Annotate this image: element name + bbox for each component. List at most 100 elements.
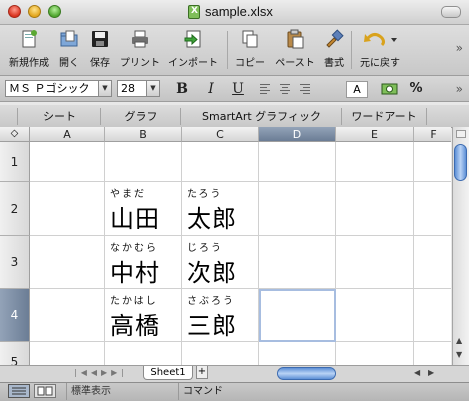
scroll-right-arrow-icon[interactable]: ▶ [428, 368, 434, 377]
italic-button[interactable]: I [203, 80, 219, 98]
cell-c2[interactable]: たろう 太郎 [187, 185, 257, 233]
percent-style-button[interactable]: % [408, 80, 424, 98]
font-size-value: 28 [121, 82, 135, 95]
currency-format-icon[interactable] [381, 81, 401, 98]
scroll-down-arrow-icon[interactable]: ▼ [456, 350, 462, 359]
cell-b3[interactable]: なかむら 中村 [110, 239, 180, 287]
copy-button[interactable]: コピー [231, 29, 269, 69]
cell-c3-ruby: じろう [187, 243, 223, 254]
cell-b3-ruby: なかむら [110, 243, 158, 254]
row-header-4[interactable]: 4 [0, 289, 30, 342]
column-header-b[interactable]: B [105, 127, 182, 142]
phonetic-guide-icon[interactable]: A [346, 81, 368, 98]
new-workbook-label: 新規作成 [9, 58, 49, 69]
chevron-down-icon: ▼ [98, 81, 111, 96]
window-title: sample.xlsx [205, 4, 273, 19]
zoom-window-button[interactable] [48, 5, 61, 18]
select-all-corner-icon[interactable]: ◇ [0, 127, 30, 142]
toolbar-separator [227, 31, 228, 69]
close-window-button[interactable] [8, 5, 21, 18]
horizontal-scroll-thumb[interactable] [277, 367, 336, 380]
import-label: インポート [168, 58, 218, 69]
save-button[interactable]: 保存 [86, 29, 114, 69]
column-header-a[interactable]: A [30, 127, 105, 142]
undo-label: 元に戻す [360, 58, 400, 69]
save-label: 保存 [90, 58, 110, 69]
title-bar: sample.xlsx [0, 0, 469, 25]
gallery-tab-sheet[interactable]: シート [17, 108, 101, 125]
grid-line [30, 181, 451, 182]
row-header-1[interactable]: 1 [0, 142, 30, 182]
print-button[interactable]: プリント [117, 29, 163, 69]
row-header-5[interactable]: 5 [0, 342, 30, 365]
standard-toolbar: 新規作成 開く 保存 プリント インポート コピー ペースト 書式 元に戻す » [0, 25, 469, 76]
cell-b4[interactable]: たかはし 高橋 [110, 292, 180, 340]
worksheet-grid[interactable]: ◇ A B C D E F 1 2 3 4 5 やまだ 山田 たろう 太郎 なか… [0, 127, 451, 365]
column-header-d[interactable]: D [259, 127, 336, 142]
sheet-tab-sheet1[interactable]: Sheet1 [143, 366, 193, 380]
cell-b2[interactable]: やまだ 山田 [110, 185, 180, 233]
copy-icon [240, 29, 260, 49]
open-label: 開く [59, 58, 79, 69]
formatbar-overflow-icon[interactable]: » [456, 82, 463, 96]
view-mode-label: 標準表示 [66, 383, 179, 400]
cell-b4-text: 高橋 [110, 312, 160, 340]
gallery-tab-smartart[interactable]: SmartArt グラフィック [180, 108, 342, 125]
column-header-e[interactable]: E [336, 127, 414, 142]
import-icon [183, 29, 203, 49]
grid-line [30, 288, 451, 289]
import-button[interactable]: インポート [165, 29, 221, 69]
row-header-3[interactable]: 3 [0, 236, 30, 289]
gallery-tab-chart[interactable]: グラフ [100, 108, 181, 125]
font-size-select[interactable]: 28 ▼ [117, 80, 160, 97]
undo-button[interactable]: 元に戻す [356, 29, 404, 69]
split-handle-icon[interactable] [456, 130, 466, 138]
cell-b4-ruby: たかはし [110, 296, 158, 307]
toolbar-toggle-button[interactable] [441, 6, 461, 18]
minimize-window-button[interactable] [28, 5, 41, 18]
toolbar-separator [351, 31, 352, 69]
grid-line [413, 142, 414, 365]
row-header-2[interactable]: 2 [0, 182, 30, 236]
print-label: プリント [120, 58, 160, 69]
cell-b2-text: 山田 [110, 205, 160, 233]
scroll-up-arrow-icon[interactable]: ▲ [456, 336, 462, 345]
paste-icon [285, 29, 305, 49]
cell-b3-text: 中村 [110, 259, 160, 287]
excel-document-icon [188, 5, 200, 19]
format-painter-label: 書式 [324, 58, 344, 69]
open-button[interactable]: 開く [55, 29, 83, 69]
bold-button[interactable]: B [174, 80, 190, 98]
format-painter-button[interactable]: 書式 [321, 29, 347, 69]
elements-gallery-bar: シート グラフ SmartArt グラフィック ワードアート [0, 105, 469, 128]
normal-view-icon[interactable] [8, 384, 30, 398]
grid-line [30, 341, 451, 342]
paste-button[interactable]: ペースト [272, 29, 318, 69]
new-workbook-button[interactable]: 新規作成 [6, 29, 52, 69]
open-folder-icon [59, 29, 79, 49]
add-sheet-button[interactable]: + [196, 366, 208, 379]
active-cell-d4[interactable] [259, 289, 336, 342]
gallery-tab-wordart[interactable]: ワードアート [341, 108, 427, 125]
column-header-f[interactable]: F [414, 127, 451, 142]
cell-c2-text: 太郎 [187, 205, 237, 233]
page-layout-view-icon[interactable] [34, 384, 56, 398]
cell-c3[interactable]: じろう 次郎 [187, 239, 257, 287]
grid-line [181, 142, 182, 365]
cell-b2-ruby: やまだ [110, 189, 146, 200]
formatting-toolbar: ＭＳ Ｐゴシック ▼ 28 ▼ B I U A % » [0, 76, 469, 102]
alignment-buttons-icon[interactable] [258, 84, 326, 94]
underline-button[interactable]: U [230, 80, 246, 98]
printer-icon [130, 29, 150, 49]
toolbar-overflow-icon[interactable]: » [456, 41, 463, 55]
sheet-navigation-arrows-icon[interactable]: |◀◀▶▶| [74, 368, 128, 377]
font-name-select[interactable]: ＭＳ Ｐゴシック ▼ [5, 80, 112, 97]
column-header-c[interactable]: C [182, 127, 259, 142]
undo-icon [363, 29, 397, 49]
cell-c4[interactable]: さぶろう 三郎 [187, 292, 257, 340]
grid-line [104, 142, 105, 365]
status-bar: 標準表示 コマンド [0, 382, 469, 401]
scroll-left-arrow-icon[interactable]: ◀ [414, 368, 420, 377]
copy-label: コピー [235, 58, 265, 69]
vertical-scroll-thumb[interactable] [454, 144, 467, 181]
